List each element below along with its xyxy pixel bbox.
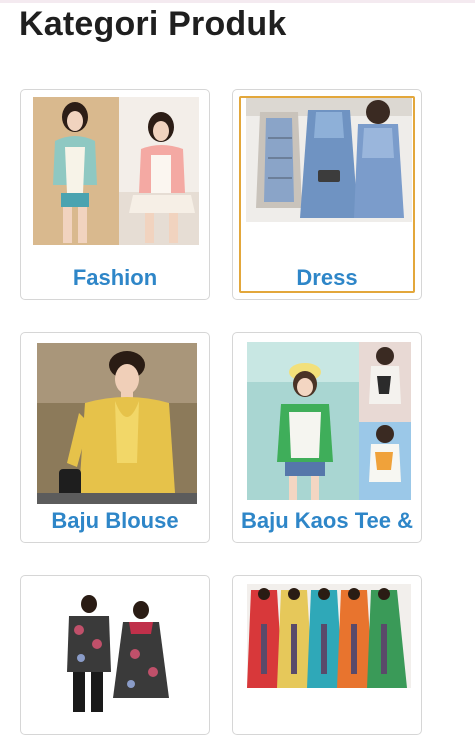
category-card-fashion[interactable]: Fashion (20, 89, 210, 300)
category-label-baju-kaos-tee-tank-top: Baju Kaos Tee & Tank Top (241, 508, 413, 542)
blouse-photo (37, 343, 197, 504)
page-title: Kategori Produk (19, 5, 287, 43)
category-card-dress[interactable]: Dress (232, 89, 422, 300)
batik-couple-photo (57, 594, 173, 712)
dress-photo (246, 98, 412, 222)
gamis-photo (247, 584, 411, 688)
category-label-dress: Dress (296, 265, 358, 290)
category-card-5[interactable] (20, 575, 210, 735)
category-card-6[interactable] (232, 575, 422, 735)
category-label-baju-blouse-wanita: Baju Blouse Wanita (51, 508, 179, 542)
category-card-baju-kaos-tee-tank-top[interactable]: Baju Kaos Tee & Tank Top (232, 332, 422, 543)
kaos-photo (247, 342, 411, 500)
fashion-photo (33, 97, 199, 245)
category-card-baju-blouse-wanita[interactable]: Baju Blouse Wanita (20, 332, 210, 543)
category-label-fashion: Fashion (72, 265, 158, 290)
